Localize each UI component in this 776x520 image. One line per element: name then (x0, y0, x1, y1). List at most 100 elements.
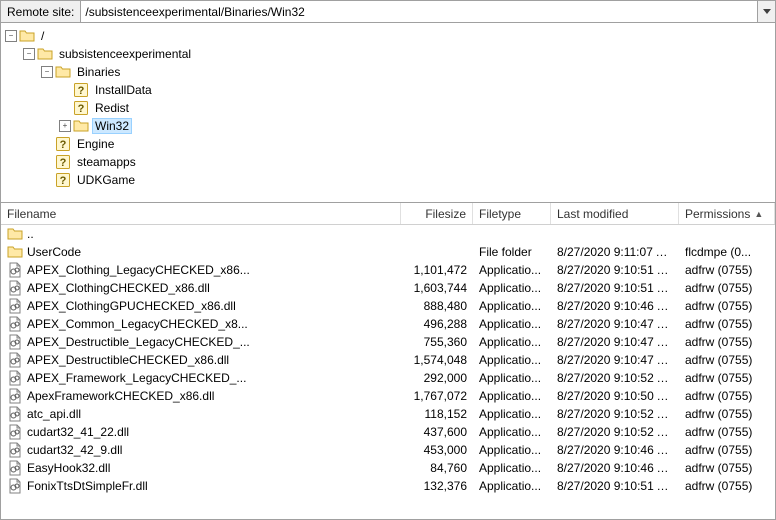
tree-node[interactable]: − Binaries (41, 63, 775, 81)
file-permissions: adfrw (0755) (679, 335, 775, 349)
file-size: 84,760 (401, 461, 473, 475)
file-list-row[interactable]: EasyHook32.dll84,760Applicatio...8/27/20… (1, 459, 775, 477)
svg-text:?: ? (60, 175, 67, 187)
remote-path-dropdown[interactable] (757, 1, 775, 22)
file-name: APEX_Common_LegacyCHECKED_x8... (27, 317, 248, 331)
file-list-row[interactable]: .. (1, 225, 775, 243)
file-size: 1,574,048 (401, 353, 473, 367)
unknown-folder-icon: ? (55, 154, 71, 170)
remote-file-list: Filename Filesize Filetype Last modified… (1, 203, 775, 519)
file-type: Applicatio... (473, 371, 551, 385)
file-name: cudart32_41_22.dll (27, 425, 129, 439)
file-icon (7, 298, 23, 314)
column-header-filename[interactable]: Filename (1, 203, 401, 224)
file-icon (7, 388, 23, 404)
tree-collapse-icon[interactable]: − (23, 48, 35, 60)
file-permissions: adfrw (0755) (679, 479, 775, 493)
remote-path-bar: Remote site: (1, 1, 775, 23)
column-header-filesize[interactable]: Filesize (401, 203, 473, 224)
file-size: 888,480 (401, 299, 473, 313)
remote-path-input[interactable] (81, 1, 757, 22)
tree-node[interactable]: ?UDKGame (41, 171, 775, 189)
file-permissions: adfrw (0755) (679, 425, 775, 439)
tree-node-label: Engine (75, 137, 116, 151)
file-modified: 8/27/2020 9:10:52 AM (551, 407, 679, 421)
unknown-folder-icon: ? (55, 136, 71, 152)
tree-node[interactable]: ? InstallData (59, 81, 775, 99)
file-permissions: adfrw (0755) (679, 461, 775, 475)
file-list-row[interactable]: APEX_Framework_LegacyCHECKED_...292,000A… (1, 369, 775, 387)
tree-node[interactable]: −subsistenceexperimental (23, 45, 775, 63)
file-list-row[interactable]: APEX_DestructibleCHECKED_x86.dll1,574,04… (1, 351, 775, 369)
tree-expand-icon[interactable]: + (59, 120, 71, 132)
column-header-filetype[interactable]: Filetype (473, 203, 551, 224)
file-list-row[interactable]: atc_api.dll 118,152Applicatio...8/27/2020… (1, 405, 775, 423)
file-list-row[interactable]: APEX_Common_LegacyCHECKED_x8...496,288Ap… (1, 315, 775, 333)
file-list-row[interactable]: cudart32_42_9.dll453,000Applicatio...8/2… (1, 441, 775, 459)
file-list-row[interactable]: APEX_ClothingGPUCHECKED_x86.dll888,480Ap… (1, 297, 775, 315)
file-name: UserCode (27, 245, 81, 259)
folder-icon (55, 64, 71, 80)
file-list-header: Filename Filesize Filetype Last modified… (1, 203, 775, 225)
file-size: 755,360 (401, 335, 473, 349)
file-list-body[interactable]: ..UserCodeFile folder8/27/2020 9:11:07 A… (1, 225, 775, 519)
folder-icon (37, 46, 53, 62)
file-icon (7, 424, 23, 440)
file-name: atc_api.dll (27, 407, 81, 421)
tree-node[interactable]: ?steamapps (41, 153, 775, 171)
file-name: EasyHook32.dll (27, 461, 110, 475)
file-type: Applicatio... (473, 299, 551, 313)
file-list-row[interactable]: cudart32_41_22.dll437,600Applicatio...8/… (1, 423, 775, 441)
file-size: 1,603,744 (401, 281, 473, 295)
tree-collapse-icon[interactable]: − (41, 66, 53, 78)
file-name: APEX_ClothingCHECKED_x86.dll (27, 281, 210, 295)
tree-node-label: InstallData (93, 83, 154, 97)
file-type: Applicatio... (473, 335, 551, 349)
file-type: Applicatio... (473, 263, 551, 277)
file-type: Applicatio... (473, 353, 551, 367)
file-list-row[interactable]: APEX_ClothingCHECKED_x86.dll1,603,744App… (1, 279, 775, 297)
file-permissions: flcdmpe (0... (679, 245, 775, 259)
file-name: cudart32_42_9.dll (27, 443, 122, 457)
unknown-folder-icon: ? (73, 100, 89, 116)
file-size: 1,767,072 (401, 389, 473, 403)
file-list-row[interactable]: FonixTtsDtSimpleFr.dll132,376Applicatio.… (1, 477, 775, 495)
file-type: Applicatio... (473, 479, 551, 493)
sort-ascending-icon: ▲ (754, 209, 763, 219)
tree-expander-none (41, 156, 53, 168)
file-list-row[interactable]: UserCodeFile folder8/27/2020 9:11:07 AMf… (1, 243, 775, 261)
file-list-row[interactable]: ApexFrameworkCHECKED_x86.dll1,767,072App… (1, 387, 775, 405)
tree-node[interactable]: +Win32 (59, 117, 775, 135)
file-type: Applicatio... (473, 407, 551, 421)
svg-text:?: ? (78, 103, 85, 115)
column-header-last-modified[interactable]: Last modified (551, 203, 679, 224)
file-type: File folder (473, 245, 551, 259)
tree-node-label: Binaries (75, 65, 122, 79)
column-header-permissions[interactable]: Permissions ▲ (679, 203, 775, 224)
tree-node[interactable]: ? Redist (59, 99, 775, 117)
file-size: 437,600 (401, 425, 473, 439)
file-name: ApexFrameworkCHECKED_x86.dll (27, 389, 214, 403)
svg-text:?: ? (60, 157, 67, 169)
file-modified: 8/27/2020 9:10:52 AM (551, 371, 679, 385)
tree-node[interactable]: ? Engine (41, 135, 775, 153)
file-icon (7, 334, 23, 350)
file-size: 453,000 (401, 443, 473, 457)
file-icon (7, 478, 23, 494)
file-modified: 8/27/2020 9:10:47 AM (551, 335, 679, 349)
file-modified: 8/27/2020 9:10:51 AM (551, 479, 679, 493)
file-name: APEX_Destructible_LegacyCHECKED_... (27, 335, 250, 349)
file-size: 118,152 (401, 407, 473, 421)
file-modified: 8/27/2020 9:10:46 AM (551, 299, 679, 313)
folder-icon (19, 28, 35, 44)
tree-collapse-icon[interactable]: − (5, 30, 17, 42)
svg-text:?: ? (78, 85, 85, 97)
column-header-permissions-text: Permissions (685, 207, 750, 221)
remote-directory-tree[interactable]: −/−subsistenceexperimental−Binaries?Inst… (1, 23, 775, 203)
file-permissions: adfrw (0755) (679, 299, 775, 313)
file-list-row[interactable]: APEX_Clothing_LegacyCHECKED_x86...1,101,… (1, 261, 775, 279)
file-list-row[interactable]: APEX_Destructible_LegacyCHECKED_... 755,3… (1, 333, 775, 351)
tree-node-label: Redist (93, 101, 131, 115)
tree-node[interactable]: −/ (5, 27, 775, 45)
remote-path-label: Remote site: (1, 1, 81, 22)
